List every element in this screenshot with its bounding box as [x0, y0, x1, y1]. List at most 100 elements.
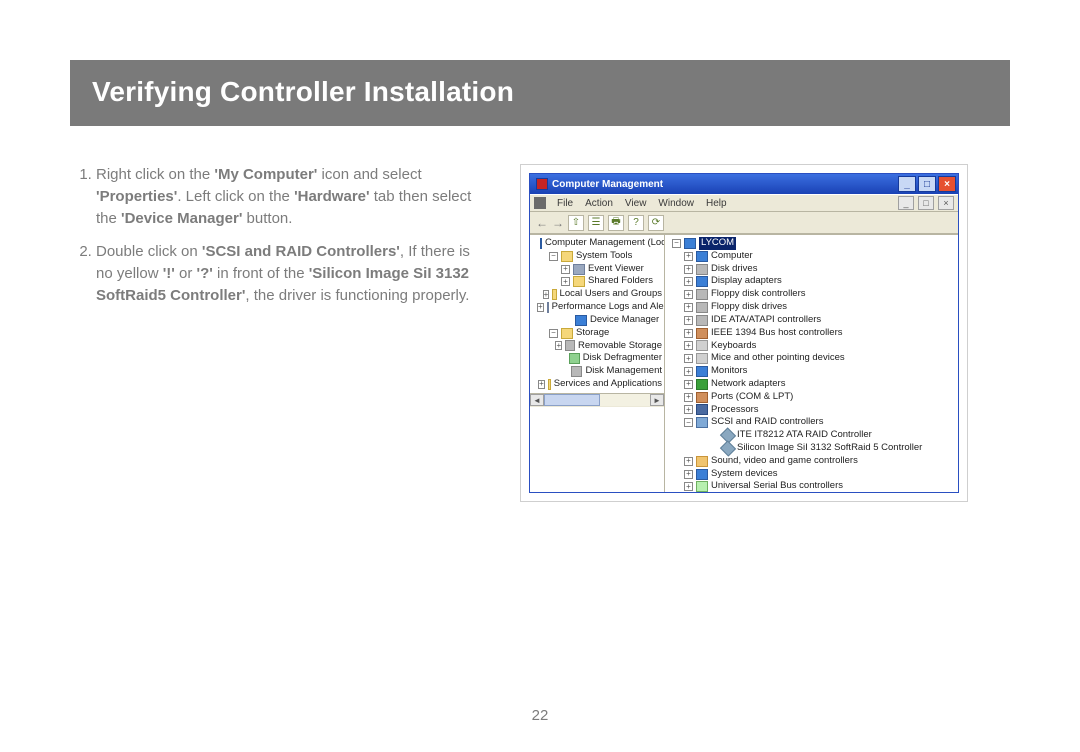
tree-item[interactable]: +System devices	[669, 468, 956, 481]
menu-bar: FileActionViewWindowHelp _ □ ×	[530, 194, 958, 212]
expand-icon[interactable]: +	[684, 405, 693, 414]
tree-item[interactable]: +Event Viewer	[534, 263, 662, 276]
collapse-icon[interactable]: −	[684, 418, 693, 427]
expand-icon[interactable]: +	[543, 290, 550, 299]
expand-icon[interactable]: +	[684, 354, 693, 363]
tree-item[interactable]: Silicon Image SiI 3132 SoftRaid 5 Contro…	[669, 442, 956, 455]
tree-item[interactable]: +Floppy disk drives	[669, 301, 956, 314]
expand-icon[interactable]: +	[684, 277, 693, 286]
expand-icon[interactable]: +	[684, 482, 693, 491]
expand-icon[interactable]: +	[684, 470, 693, 479]
tree-item[interactable]: −Storage	[534, 327, 662, 340]
expand-icon[interactable]: +	[684, 316, 693, 325]
kbd-icon	[696, 340, 708, 351]
mon-icon	[540, 238, 542, 249]
tree-item[interactable]: +Local Users and Groups	[534, 288, 662, 301]
refresh-icon[interactable]: ⟳	[648, 215, 664, 231]
collapse-icon[interactable]: −	[549, 329, 558, 338]
mon-icon	[696, 469, 708, 480]
expand-icon[interactable]: +	[537, 303, 544, 312]
tree-item-label: Computer Management (Local)	[545, 237, 665, 250]
tree-item-label: Ports (COM & LPT)	[711, 391, 793, 404]
expand-icon[interactable]: +	[684, 252, 693, 261]
mdi-min-button[interactable]: _	[898, 196, 914, 210]
tree-item[interactable]: Device Manager	[534, 314, 662, 327]
expand-icon[interactable]: +	[555, 341, 562, 350]
tree-item[interactable]: Disk Defragmenter	[534, 352, 662, 365]
left-scrollbar[interactable]: ◄►	[530, 393, 664, 407]
tree-item[interactable]: + Computer	[669, 250, 956, 263]
menu-view[interactable]: View	[619, 198, 653, 209]
forward-button[interactable]: →	[552, 216, 564, 230]
tree-item[interactable]: +Performance Logs and Alerts	[534, 301, 662, 314]
expand-icon[interactable]: +	[684, 367, 693, 376]
tree-item-label: Removable Storage	[578, 340, 662, 353]
menu-action[interactable]: Action	[579, 198, 619, 209]
tree-item-label: Disk drives	[711, 263, 757, 276]
tree-item[interactable]: +Services and Applications	[534, 378, 662, 391]
fld-icon	[561, 251, 573, 262]
expand-icon[interactable]: +	[684, 341, 693, 350]
mon-icon	[575, 315, 587, 326]
tree-item[interactable]: +Keyboards	[669, 340, 956, 353]
tree-item-label: Display adapters	[711, 275, 782, 288]
collapse-icon[interactable]: −	[672, 239, 681, 248]
tree-item[interactable]: + Monitors	[669, 365, 956, 378]
minimize-button[interactable]: _	[898, 176, 916, 192]
tree-item-label: Computer	[711, 250, 753, 263]
expand-icon[interactable]: +	[684, 265, 693, 274]
tree-item[interactable]: + Display adapters	[669, 275, 956, 288]
print-icon[interactable]: 🖶	[608, 215, 624, 231]
tree-item[interactable]: Disk Management	[534, 365, 662, 378]
tree-item[interactable]: +Mice and other pointing devices	[669, 352, 956, 365]
tree-item-label: Device Manager	[590, 314, 659, 327]
tree-item[interactable]: + Disk drives	[669, 263, 956, 276]
tree-item[interactable]: +Floppy disk controllers	[669, 288, 956, 301]
back-button[interactable]: ←	[536, 216, 548, 230]
right-pane: −LYCOM + Computer + Disk drives + Display adap…	[665, 235, 958, 492]
props-icon[interactable]: ☰	[588, 215, 604, 231]
collapse-icon[interactable]: −	[549, 252, 558, 261]
expand-icon[interactable]: +	[561, 265, 570, 274]
tree-item[interactable]: Computer Management (Local)	[534, 237, 662, 250]
up-icon[interactable]: ⇧	[568, 215, 584, 231]
expand-icon[interactable]: +	[684, 303, 693, 312]
gear-icon	[547, 302, 549, 313]
tree-item[interactable]: +Universal Serial Bus controllers	[669, 480, 956, 492]
tree-item[interactable]: +Shared Folders	[534, 275, 662, 288]
tree-item[interactable]: + Sound, video and game controllers	[669, 455, 956, 468]
mdi-restore-button[interactable]: □	[918, 196, 934, 210]
expand-icon[interactable]: +	[538, 380, 545, 389]
tree-item[interactable]: +IEEE 1394 Bus host controllers	[669, 327, 956, 340]
tree-item[interactable]: +IDE ATA/ATAPI controllers	[669, 314, 956, 327]
expand-icon[interactable]: +	[684, 329, 693, 338]
drv-icon	[696, 264, 708, 275]
expand-icon[interactable]: +	[684, 290, 693, 299]
expand-icon[interactable]: +	[684, 457, 693, 466]
menu-help[interactable]: Help	[700, 198, 733, 209]
mon-icon	[696, 276, 708, 287]
mon-icon	[696, 251, 708, 262]
tree-item[interactable]: −LYCOM	[669, 237, 956, 250]
tree-item[interactable]: + Removable Storage	[534, 340, 662, 353]
menu-window[interactable]: Window	[652, 198, 700, 209]
tree-item[interactable]: ITE IT8212 ATA RAID Controller	[669, 429, 956, 442]
expand-icon[interactable]: +	[561, 277, 570, 286]
tree-item[interactable]: + Ports (COM & LPT)	[669, 391, 956, 404]
tree-item[interactable]: −SCSI and RAID controllers	[669, 416, 956, 429]
tree-item-label: ITE IT8212 ATA RAID Controller	[737, 429, 872, 442]
expand-icon[interactable]: +	[684, 380, 693, 389]
tree-item-label: System Tools	[576, 250, 632, 263]
mdi-close-button[interactable]: ×	[938, 196, 954, 210]
tree-item-label: Sound, video and game controllers	[711, 455, 858, 468]
expand-icon[interactable]: +	[684, 393, 693, 402]
maximize-button[interactable]: □	[918, 176, 936, 192]
close-button[interactable]: ×	[938, 176, 956, 192]
split-panes: Computer Management (Local)−System Tools…	[530, 234, 958, 492]
tree-item[interactable]: +Network adapters	[669, 378, 956, 391]
help-icon[interactable]: ?	[628, 215, 644, 231]
tree-item-label: Monitors	[711, 365, 747, 378]
menu-file[interactable]: File	[551, 198, 579, 209]
tree-item[interactable]: − System Tools	[534, 250, 662, 263]
tree-item[interactable]: +Processors	[669, 404, 956, 417]
